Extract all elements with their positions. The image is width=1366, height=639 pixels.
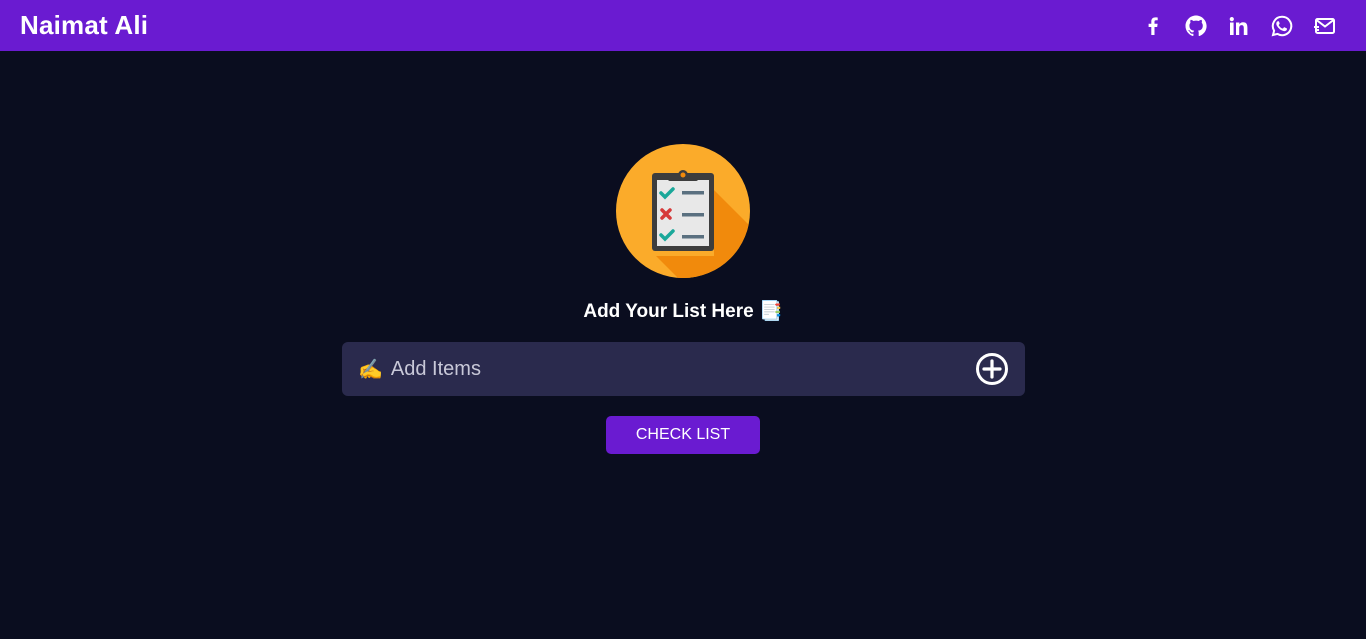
linkedin-icon xyxy=(1229,16,1247,35)
mail-link[interactable] xyxy=(1303,0,1346,51)
add-item-container: ✍️ xyxy=(342,342,1025,396)
facebook-link[interactable] xyxy=(1131,0,1174,51)
plus-circle-icon xyxy=(976,353,1008,385)
github-link[interactable] xyxy=(1174,0,1217,51)
brand-title[interactable]: Naimat Ali xyxy=(20,10,148,41)
whatsapp-link[interactable] xyxy=(1260,0,1303,51)
check-list-button[interactable]: CHECK LIST xyxy=(606,416,760,454)
linkedin-link[interactable] xyxy=(1217,0,1260,51)
add-item-button[interactable] xyxy=(975,352,1009,386)
checklist-clipboard-icon xyxy=(616,144,750,278)
main-content: Add Your List Here 📑 ✍️ CHECK LIST xyxy=(0,51,1366,639)
mail-icon xyxy=(1313,17,1335,34)
writing-hand-emoji: ✍️ xyxy=(358,358,383,381)
github-icon xyxy=(1185,15,1207,36)
bookmark-tabs-emoji: 📑 xyxy=(758,301,783,322)
facebook-icon xyxy=(1148,16,1158,35)
page-heading: Add Your List Here 📑 xyxy=(0,299,1366,323)
navbar: Naimat Ali xyxy=(0,0,1366,51)
whatsapp-icon xyxy=(1271,15,1292,36)
heading-text: Add Your List Here xyxy=(583,301,754,322)
add-item-input[interactable] xyxy=(390,342,975,396)
social-links xyxy=(1131,0,1346,51)
